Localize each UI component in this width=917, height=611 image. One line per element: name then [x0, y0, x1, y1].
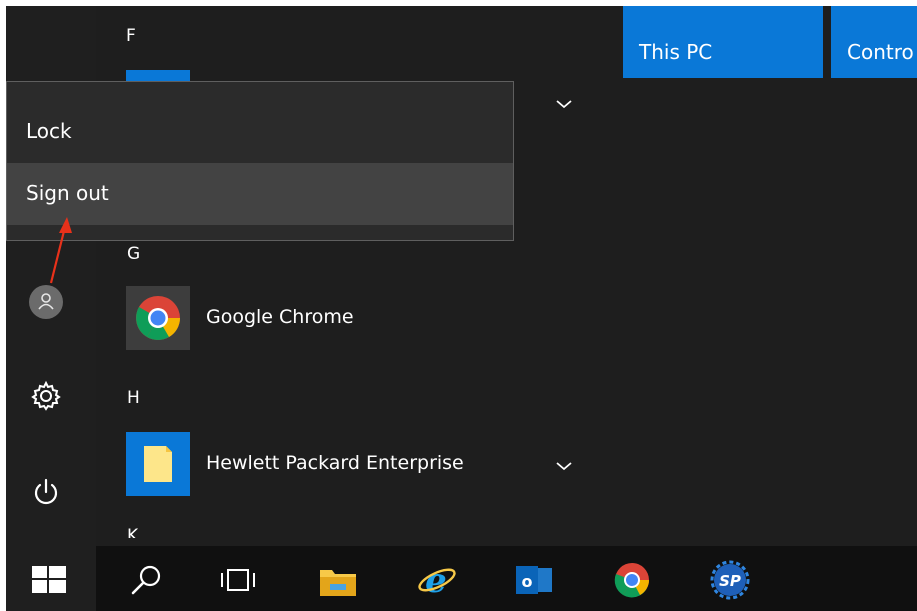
- file-explorer-icon[interactable]: [316, 560, 360, 600]
- task-view-icon[interactable]: [216, 560, 260, 600]
- sp-app-icon[interactable]: SP: [708, 560, 752, 600]
- folder-app-icon: [126, 432, 190, 496]
- chevron-down-icon[interactable]: [554, 458, 574, 472]
- windows-start-icon: [32, 566, 66, 593]
- menu-item-label: Sign out: [26, 181, 109, 205]
- internet-explorer-icon[interactable]: e: [414, 560, 458, 601]
- tile-this-pc[interactable]: This PC: [623, 6, 823, 78]
- settings-gear-icon[interactable]: [28, 378, 64, 414]
- app-label: Hewlett Packard Enterprise: [206, 452, 464, 474]
- outlook-icon[interactable]: o: [512, 560, 556, 600]
- search-icon[interactable]: [124, 560, 168, 600]
- group-letter-k[interactable]: K: [127, 526, 138, 538]
- svg-text:SP: SP: [719, 572, 741, 590]
- group-letter-g[interactable]: G: [127, 244, 140, 264]
- svg-text:e: e: [425, 561, 447, 600]
- app-google-chrome[interactable]: Google Chrome: [126, 286, 586, 350]
- tile-label: This PC: [639, 40, 713, 64]
- chevron-down-icon[interactable]: [554, 96, 574, 110]
- group-letter-h[interactable]: H: [127, 388, 140, 408]
- menu-item-label: Lock: [26, 119, 72, 143]
- chrome-app-icon: [126, 286, 190, 350]
- app-hewlett-packard-enterprise[interactable]: Hewlett Packard Enterprise: [126, 432, 586, 496]
- chrome-icon[interactable]: [610, 560, 654, 600]
- power-icon[interactable]: [28, 474, 64, 510]
- tile-label: Contro: [847, 40, 914, 64]
- annotation-arrow-icon: [49, 217, 72, 284]
- tile-control-panel[interactable]: Contro: [831, 6, 917, 78]
- group-letter-f[interactable]: F: [126, 26, 136, 46]
- windows-start-button[interactable]: [6, 546, 96, 611]
- svg-text:o: o: [522, 572, 533, 591]
- start-menu-screen: F G H K Google Chrome Hewlett Packard En…: [6, 6, 917, 611]
- sign-out-menu-item[interactable]: Sign out: [7, 163, 513, 225]
- app-label: Google Chrome: [206, 306, 354, 328]
- account-flyout: Lock Sign out: [6, 81, 514, 241]
- taskbar: e o SP: [6, 546, 917, 611]
- lock-menu-item[interactable]: Lock: [7, 101, 513, 163]
